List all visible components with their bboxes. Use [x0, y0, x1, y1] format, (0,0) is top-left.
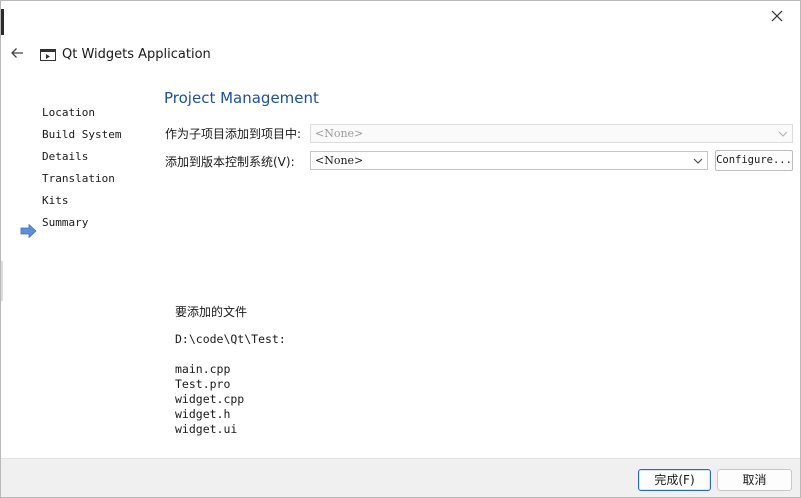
- wizard-step-label: Details: [42, 150, 89, 163]
- list-item: widget.h: [175, 407, 231, 421]
- vcs-combobox[interactable]: <None>: [310, 151, 708, 170]
- wizard-step-label: Build System: [42, 128, 122, 141]
- background-window-edge: [1, 9, 4, 35]
- files-to-add-title: 要添加的文件: [175, 305, 248, 319]
- chevron-down-icon: [778, 131, 788, 137]
- subproject-label: 作为子项目添加到项目中:: [165, 127, 302, 141]
- wizard-step-summary: Summary: [17, 215, 147, 238]
- wizard-step-location: Location: [17, 105, 147, 127]
- wizard-step-label: Location: [42, 106, 95, 119]
- list-item: widget.cpp: [175, 392, 245, 406]
- list-item: Test.pro: [175, 377, 231, 391]
- wizard-step-details: Details: [17, 149, 147, 171]
- subproject-value: <None>: [315, 127, 364, 140]
- back-button[interactable]: [9, 45, 27, 63]
- vcs-value: <None>: [315, 154, 364, 167]
- subproject-combobox[interactable]: <None>: [310, 124, 793, 143]
- chevron-down-icon: [693, 158, 703, 164]
- wizard-step-kits: Kits: [17, 193, 147, 215]
- close-icon: [771, 10, 783, 22]
- current-step-arrow-icon: [20, 224, 37, 238]
- wizard-step-label: Summary: [42, 216, 89, 229]
- arrow-left-icon: [11, 48, 23, 58]
- wizard-window: Qt Widgets Application Location Build Sy…: [0, 0, 801, 498]
- background-window-edge: [1, 261, 3, 301]
- list-item: main.cpp: [175, 362, 231, 376]
- window-title: Qt Widgets Application: [62, 47, 211, 62]
- files-directory: D:\code\Qt\Test:: [175, 332, 286, 346]
- list-item: widget.ui: [175, 422, 238, 436]
- finish-button[interactable]: 完成(F): [638, 469, 711, 491]
- files-list: main.cpp Test.pro widget.cpp widget.h wi…: [175, 362, 244, 437]
- wizard-step-build-system: Build System: [17, 127, 147, 149]
- wizard-step-label: Kits: [42, 194, 69, 207]
- wizard-step-translation: Translation: [17, 171, 147, 193]
- cancel-button[interactable]: 取消: [717, 469, 792, 491]
- close-button[interactable]: [754, 1, 800, 31]
- configure-button[interactable]: Configure...: [715, 150, 793, 171]
- page-title: Project Management: [164, 89, 319, 107]
- wizard-step-label: Translation: [42, 172, 115, 185]
- vcs-label: 添加到版本控制系统(V):: [165, 155, 295, 169]
- app-window-icon: [40, 48, 56, 62]
- wizard-steps: Location Build System Details Translatio…: [17, 105, 147, 238]
